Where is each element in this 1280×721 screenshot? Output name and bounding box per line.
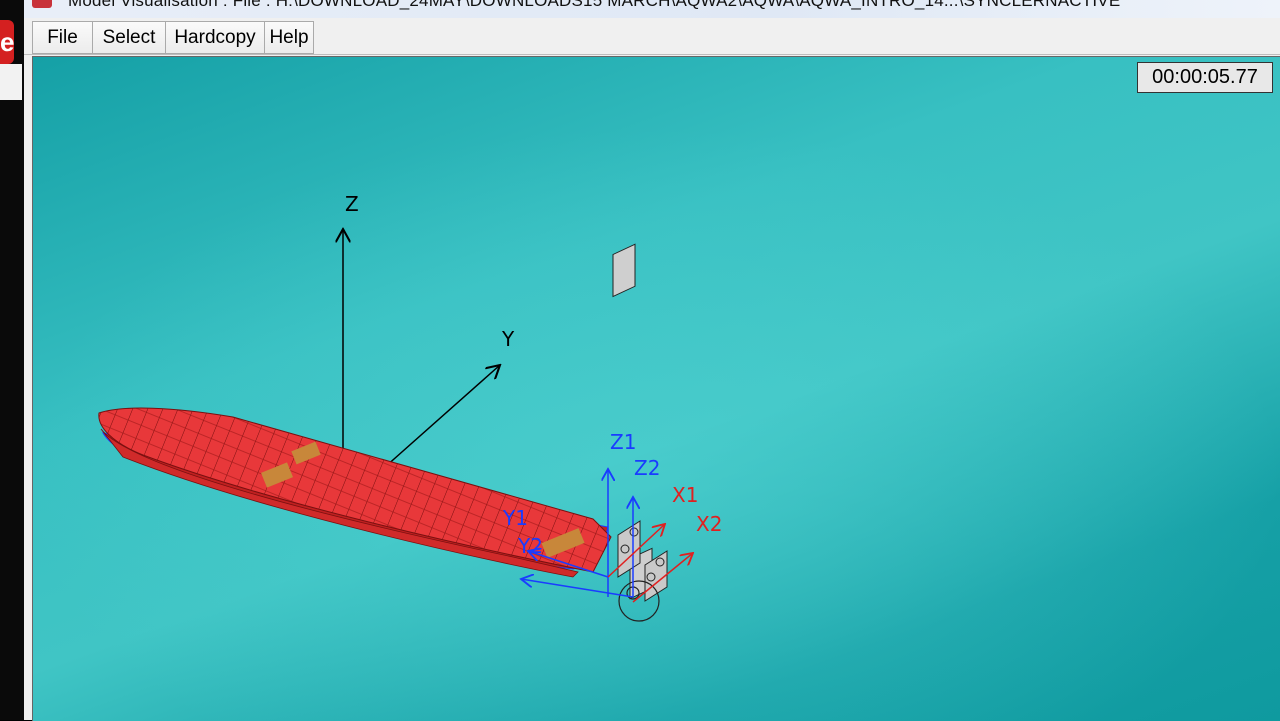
local-y-axis-2 — [521, 579, 634, 598]
title-bar[interactable]: Model Visualisation : File : H:\DOWNLOAD… — [24, 0, 1280, 18]
local-x1-label: X1 — [672, 483, 698, 507]
menu-file[interactable]: File — [33, 22, 93, 53]
global-y-axis — [384, 365, 500, 468]
desktop-edge: e — [0, 0, 24, 720]
model-visualisation-window: Model Visualisation : File : H:\DOWNLOAD… — [24, 0, 1280, 721]
3d-viewport[interactable]: Z Y Z1 Z2 X1 X2 Y1 Y2 00:00:05.77 — [32, 56, 1280, 721]
app-icon — [32, 0, 52, 8]
local-y2-label: Y2 — [517, 534, 543, 558]
menu-bar: File Select Hardcopy Help — [24, 18, 1280, 55]
local-z1-label: Z1 — [610, 430, 636, 454]
taskbar-window-edge — [0, 64, 22, 100]
menu-select[interactable]: Select — [93, 22, 166, 53]
local-x2-label: X2 — [696, 512, 722, 536]
fitting-plate-1 — [612, 243, 636, 298]
global-y-label: Y — [501, 327, 515, 351]
taskbar-app-icon[interactable]: e — [0, 20, 14, 64]
local-y1-label: Y1 — [502, 506, 528, 530]
menu-help[interactable]: Help — [265, 22, 313, 53]
window-title: Model Visualisation : File : H:\DOWNLOAD… — [68, 0, 1121, 10]
menu-hardcopy[interactable]: Hardcopy — [166, 22, 265, 53]
elapsed-time-display: 00:00:05.77 — [1137, 62, 1273, 93]
scene-canvas: Z Y Z1 Z2 X1 X2 Y1 Y2 — [98, 192, 722, 622]
local-z2-label: Z2 — [634, 456, 660, 480]
menu-group: File Select Hardcopy Help — [32, 21, 314, 54]
global-z-label: Z — [345, 192, 359, 216]
